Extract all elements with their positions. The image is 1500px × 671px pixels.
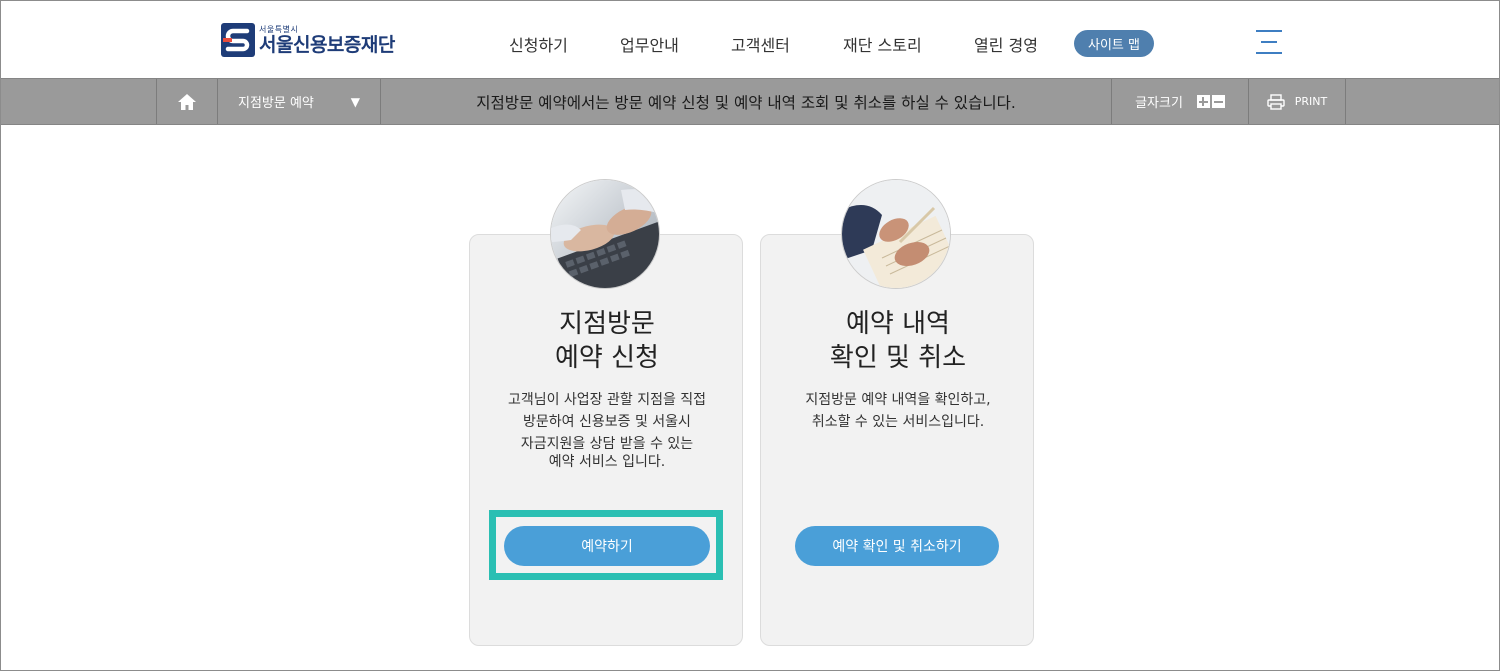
- card-title-line1: 지점방문: [559, 309, 655, 339]
- sitemap-button[interactable]: 사이트 맵: [1074, 30, 1154, 57]
- nav-customer-center[interactable]: 고객센터: [731, 32, 790, 55]
- check-cancel-reservation-button[interactable]: 예약 확인 및 취소하기: [795, 526, 999, 566]
- print-button[interactable]: PRINT: [1248, 79, 1346, 124]
- card-description-line: 지점방문 예약 내역을 확인하고,: [805, 392, 991, 408]
- location-bar: 지점방문 예약 ▼ 지점방문 예약에서는 방문 예약 신청 및 예약 내역 조회…: [0, 78, 1500, 125]
- writing-notes-photo: [841, 179, 951, 289]
- reservation-check-card: 예약 내역 확인 및 취소 지점방문 예약 내역을 확인하고, 취소할 수 있는…: [760, 234, 1034, 646]
- page-description: 지점방문 예약에서는 방문 예약 신청 및 예약 내역 조회 및 취소를 하실 …: [380, 79, 1111, 124]
- page-description-text: 지점방문 예약에서는 방문 예약 신청 및 예약 내역 조회 및 취소를 하실 …: [476, 93, 1016, 112]
- home-icon: [178, 93, 196, 110]
- site-logo[interactable]: 서울특별시 서울신용보증재단: [221, 22, 395, 58]
- card-description-line: 예약 서비스 입니다.: [548, 454, 666, 470]
- hamburger-menu-icon[interactable]: [1256, 30, 1282, 56]
- font-decrease-icon[interactable]: [1211, 95, 1225, 108]
- location-dropdown[interactable]: 지점방문 예약 ▼: [217, 79, 380, 124]
- reserve-button[interactable]: 예약하기: [504, 526, 710, 566]
- home-button[interactable]: [156, 79, 217, 124]
- font-size-label: 글자크기: [1135, 96, 1183, 111]
- card-description-line: 취소할 수 있는 서비스입니다.: [811, 414, 985, 430]
- print-label: PRINT: [1294, 95, 1328, 108]
- nav-apply[interactable]: 신청하기: [509, 32, 568, 55]
- card-description-line: 방문하여 신용보증 및 서울시: [523, 414, 691, 430]
- nav-business-guide[interactable]: 업무안내: [620, 32, 679, 55]
- logo-title: 서울신용보증재단: [259, 33, 395, 56]
- font-increase-icon[interactable]: [1196, 95, 1210, 108]
- card-title-line1: 예약 내역: [846, 309, 950, 339]
- reservation-apply-card: 지점방문 예약 신청 고객님이 사업장 관할 지점을 직접 방문하여 신용보증 …: [469, 234, 743, 646]
- nav-foundation-story[interactable]: 재단 스토리: [843, 32, 922, 55]
- logo-subtitle: 서울특별시: [259, 24, 299, 34]
- card-title-line2: 확인 및 취소: [829, 343, 967, 373]
- printer-icon: [1267, 93, 1285, 110]
- card-description-line: 고객님이 사업장 관할 지점을 직접: [507, 392, 707, 408]
- font-size-control: 글자크기: [1111, 79, 1248, 124]
- typing-keyboard-photo: [550, 179, 660, 289]
- card-title-line2: 예약 신청: [555, 343, 659, 373]
- location-label: 지점방문 예약: [238, 96, 314, 111]
- dropdown-arrow-icon: ▼: [350, 95, 360, 109]
- site-header: 서울특별시 서울신용보증재단 신청하기 업무안내 고객센터 재단 스토리 열린 …: [0, 0, 1500, 78]
- logo-mark-icon: [221, 23, 255, 57]
- nav-open-management[interactable]: 열린 경영: [974, 32, 1038, 55]
